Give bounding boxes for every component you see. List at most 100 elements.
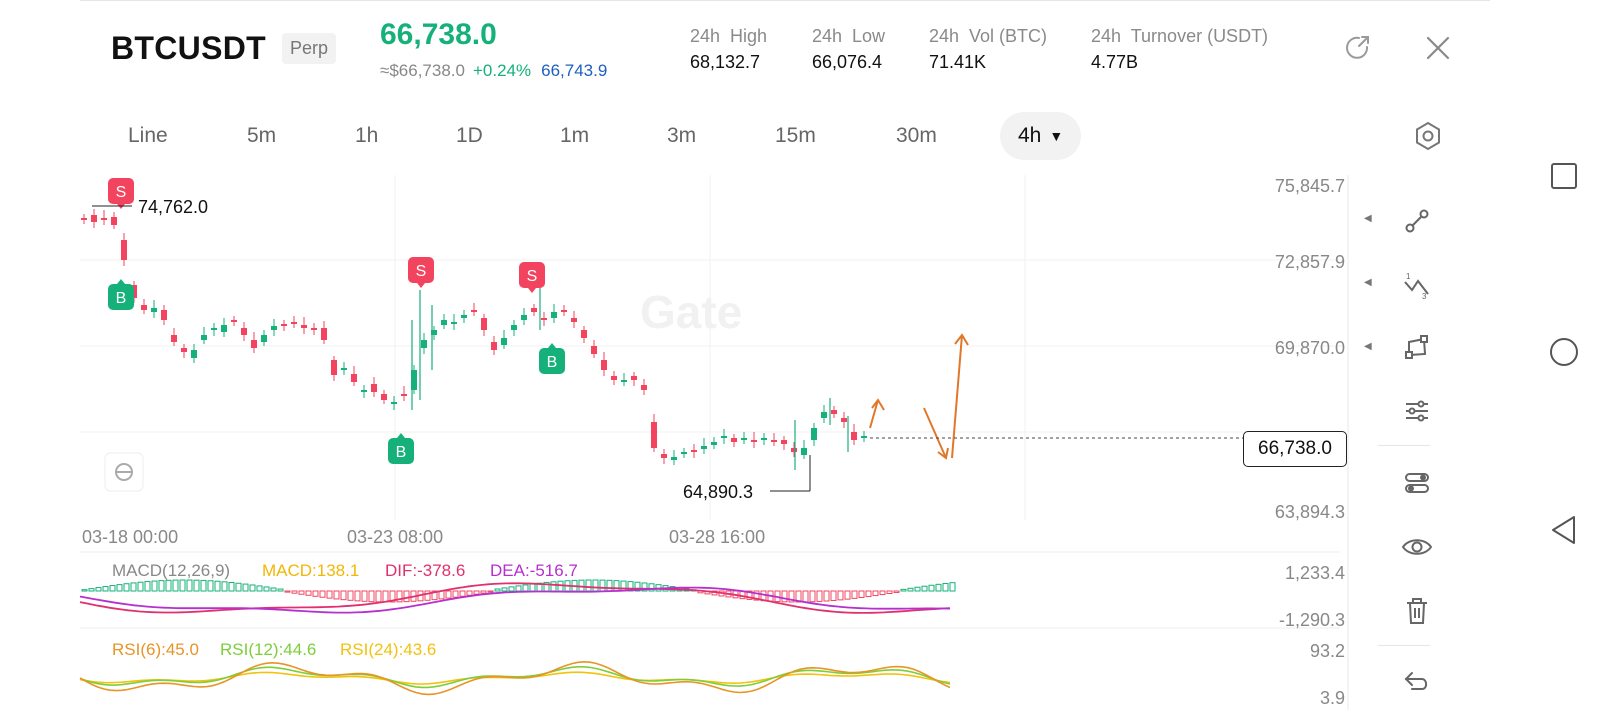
layout-icon[interactable]	[1396, 462, 1438, 504]
tab-3m[interactable]: 3m	[667, 112, 696, 160]
macd-bar	[242, 583, 249, 592]
macd-bar	[375, 590, 382, 603]
candle-body	[111, 217, 117, 225]
macd-bar	[361, 590, 368, 602]
candle-body	[271, 326, 277, 330]
macd-legend: MACD(12,26,9) MACD:138.1 DIF:-378.6 DEA:…	[112, 561, 578, 580]
tab-1d[interactable]: 1D	[456, 112, 483, 160]
annotation-arrow	[923, 407, 949, 460]
candle-body	[691, 450, 697, 452]
symbol-title[interactable]: BTCUSDT	[111, 30, 266, 67]
candle-body	[141, 305, 147, 310]
tab-5m[interactable]: 5m	[247, 112, 276, 160]
macd-bar	[452, 590, 459, 598]
macd-bar	[823, 590, 830, 602]
candle-body	[511, 325, 517, 330]
candle-body	[181, 348, 187, 352]
rsi-axis-label: 3.9	[1319, 688, 1345, 708]
y-axis-label: 69,870.0	[1274, 338, 1345, 358]
candle-body	[841, 418, 847, 422]
rsi-legend: RSI(6):45.0 RSI(12):44.6 RSI(24):43.6	[112, 640, 436, 659]
svg-text:1: 1	[1406, 272, 1411, 281]
x-axis-label: 03-18 00:00	[82, 527, 178, 547]
macd-bar	[193, 579, 200, 592]
sell-signal-marker: S	[108, 178, 134, 209]
macd-bar	[837, 590, 844, 601]
candle-body	[541, 318, 547, 320]
macd-bar	[354, 590, 361, 602]
candle-body	[561, 310, 567, 312]
candle-body	[201, 335, 207, 340]
tab-4h-active[interactable]: 4h ▼	[1000, 112, 1082, 160]
candle-body	[811, 428, 817, 440]
stat-label: 24h Low	[812, 26, 886, 46]
macd-bar	[137, 581, 144, 592]
macd-bar	[249, 584, 256, 592]
candle-body	[221, 325, 227, 332]
tab-30m[interactable]: 30m	[896, 112, 937, 160]
macd-bar	[403, 590, 410, 603]
expand-caret-icon[interactable]: ◀	[1364, 213, 1372, 224]
tab-15m[interactable]: 15m	[775, 112, 816, 160]
candle-body	[601, 360, 607, 370]
stat-24h-volume: 24h Vol (BTC) 71.41K	[929, 26, 1047, 73]
macd-bar	[473, 590, 480, 595]
macd-bar	[382, 590, 389, 603]
candle-body	[361, 390, 367, 392]
high-marker-label: 74,762.0	[138, 197, 208, 217]
macd-bar	[844, 590, 851, 600]
annotation-arrow	[869, 398, 885, 429]
candle-body	[171, 335, 177, 342]
macd-bar	[277, 588, 284, 592]
candle-body	[461, 315, 467, 318]
share-icon[interactable]	[1340, 30, 1376, 66]
macd-bar	[935, 583, 942, 592]
top-divider	[80, 0, 1490, 1]
chart-area[interactable]: Gate S B S B S B 74,762.0 64,890.3 03-18 00:0…	[0, 170, 1380, 720]
fibonacci-icon[interactable]: 13	[1396, 264, 1438, 306]
undo-icon[interactable]	[1396, 660, 1438, 702]
macd-bar	[613, 580, 620, 592]
trend-line-icon[interactable]	[1396, 200, 1438, 242]
usd-value: ≈$66,738.0	[380, 61, 465, 80]
mark-price: 66,743.9	[541, 61, 608, 80]
marker-pointer	[417, 283, 425, 288]
shape-icon[interactable]	[1396, 326, 1438, 368]
candle-body	[861, 436, 867, 438]
candle-body	[651, 422, 657, 448]
recent-apps-icon[interactable]	[1544, 156, 1584, 196]
candle-body	[301, 325, 307, 328]
macd-bar	[445, 590, 452, 599]
caret-down-icon: ▼	[1049, 128, 1064, 144]
rsi-axis-label: 93.2	[1309, 641, 1345, 661]
back-icon[interactable]	[1544, 510, 1584, 550]
rsi12-value: RSI(12):44.6	[220, 640, 316, 659]
expand-caret-icon[interactable]: ◀	[1364, 341, 1372, 352]
visibility-icon[interactable]	[1396, 526, 1438, 568]
indicator-settings-icon[interactable]	[1396, 390, 1438, 432]
macd-bar	[158, 580, 165, 592]
home-icon[interactable]	[1544, 332, 1584, 372]
drawing-toggle-icon[interactable]	[104, 452, 144, 492]
last-price: 66,738.0	[380, 18, 497, 51]
close-icon[interactable]	[1420, 30, 1456, 66]
delete-icon[interactable]	[1396, 590, 1438, 632]
macd-bar	[186, 579, 193, 592]
candle-body	[701, 446, 707, 449]
tab-line[interactable]: Line	[128, 112, 168, 160]
macd-bar	[130, 582, 137, 592]
candle-body	[721, 436, 727, 438]
expand-caret-icon[interactable]: ◀	[1364, 277, 1372, 288]
tab-1h[interactable]: 1h	[355, 112, 378, 160]
candle-body	[581, 330, 587, 338]
price-subline: ≈$66,738.0 +0.24% 66,743.9	[380, 61, 607, 81]
marker-letter: S	[527, 268, 538, 285]
macd-bar	[151, 580, 158, 592]
stat-24h-low: 24h Low 66,076.4	[812, 26, 885, 73]
chart-settings-icon[interactable]	[1410, 118, 1446, 154]
macd-bar	[207, 580, 214, 592]
macd-bar	[585, 579, 592, 592]
tab-1m[interactable]: 1m	[560, 112, 589, 160]
macd-bar	[424, 590, 431, 601]
candle-body	[371, 384, 377, 392]
